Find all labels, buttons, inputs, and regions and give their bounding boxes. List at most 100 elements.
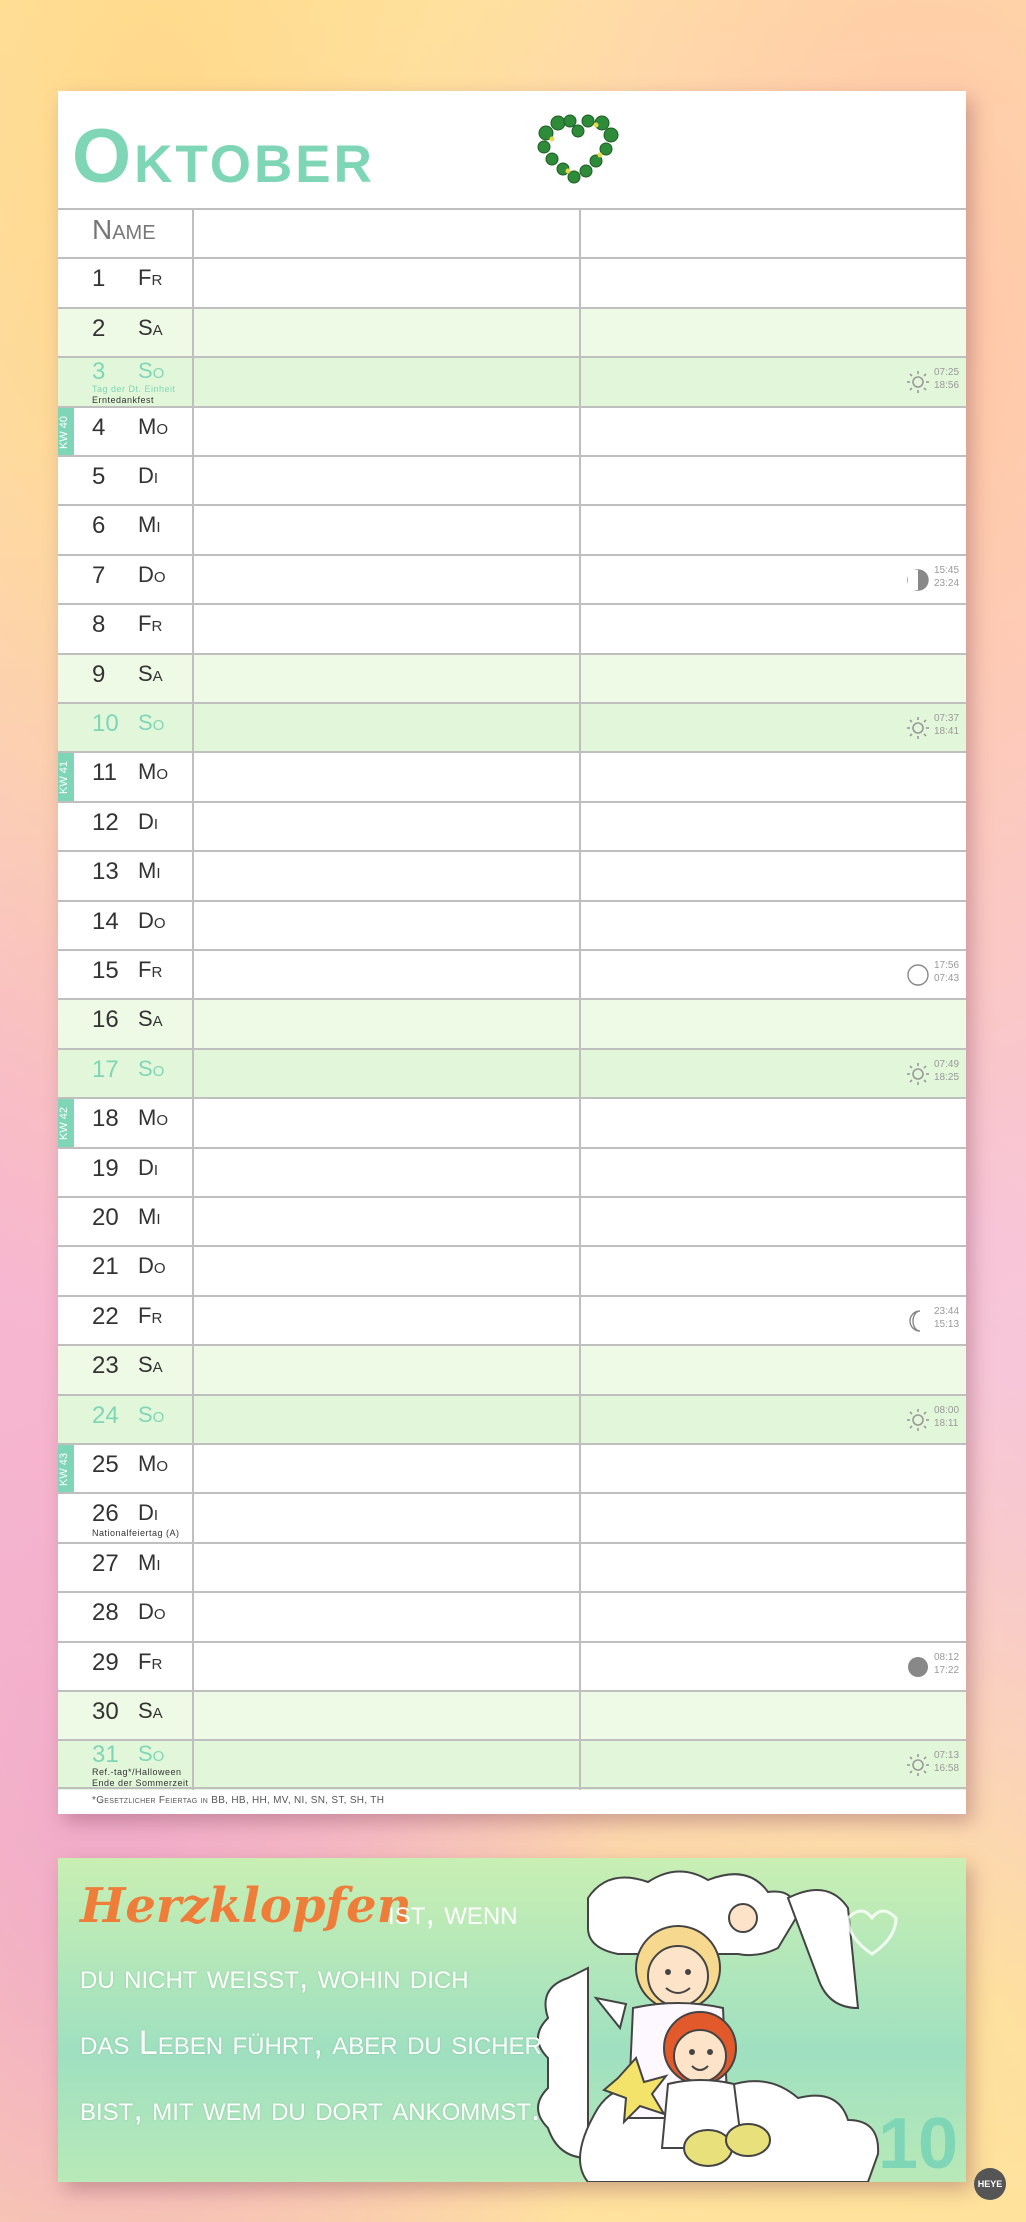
day-row: 12 Di — [58, 800, 966, 852]
week-number-badge: KW 42 — [58, 1099, 74, 1149]
publisher-logo: HEYE — [974, 2168, 1006, 2200]
weekday-label: Sa — [138, 1698, 163, 1723]
weekday-label: Do — [138, 1253, 166, 1279]
day-number: 8 — [92, 611, 106, 639]
weekday-label: So — [138, 358, 165, 384]
day-row: KW 40 4 Mo — [58, 405, 966, 457]
day-row: 31 So Ref.-tag*/Halloween Ende der Sommerze… — [58, 1739, 966, 1791]
day-number: 24 — [92, 1401, 119, 1429]
day-number: 1 — [92, 265, 106, 293]
quote-line-2: du nicht weißt, wohin dich — [80, 1958, 469, 1996]
day-number: 25 — [92, 1451, 119, 1478]
astro-time-2: 07:43 — [934, 973, 960, 984]
astro-time-2: 18:11 — [934, 1417, 959, 1429]
astro-time-2: 18:41 — [934, 726, 960, 737]
day-row: 8 Fr — [58, 603, 966, 655]
weekday-label: Di — [138, 463, 159, 488]
weekday-label: Mo — [138, 1451, 168, 1476]
day-number: 28 — [92, 1599, 119, 1627]
month-number: 10 — [878, 2104, 959, 2182]
weekday-label: Sa — [138, 314, 163, 340]
astro-times: 07:49 18:25 — [934, 1058, 959, 1084]
weekday-label: Mi — [138, 512, 161, 538]
day-row: 1 Fr — [58, 257, 966, 309]
day-row: 22 Fr 23:44 15:13 — [58, 1294, 966, 1346]
astro-times: 08:00 18:11 — [934, 1404, 959, 1430]
day-row: KW 43 25 Mo — [58, 1443, 966, 1494]
quote-line-4: bist, mit wem du dort ankommst. — [80, 2090, 541, 2128]
day-number: 29 — [92, 1648, 119, 1676]
day-number: 14 — [92, 907, 119, 935]
day-number: 31 — [92, 1741, 119, 1769]
clover-heart-icon — [536, 109, 622, 189]
weekday-label: Fr — [138, 265, 163, 291]
weekday-label: Do — [138, 907, 166, 933]
footnote: *Gesetzlicher Feiertag in BB, HB, HH, MV… — [92, 1795, 385, 1806]
day-number: 15 — [92, 957, 119, 984]
quote-line-3: das Leben führt, aber du sicher — [80, 2024, 542, 2062]
day-row: 29 Fr 08:12 17:22 — [58, 1640, 966, 1692]
name-label: Name — [92, 214, 156, 245]
astro-time-1: 17:56 — [934, 960, 960, 971]
day-row: 6 Mi — [58, 504, 966, 556]
week-number-badge: KW 43 — [58, 1445, 74, 1494]
day-row: 28 Do — [58, 1591, 966, 1643]
day-row: 7 Do 15:45 23:24 — [58, 553, 966, 605]
astro-times: 17:56 07:43 — [934, 959, 959, 985]
day-row: 14 Do — [58, 899, 966, 951]
day-number: 12 — [92, 808, 119, 836]
weekday-label: Di — [138, 1154, 159, 1180]
day-row: 23 Sa — [58, 1344, 966, 1396]
astro-times: 07:25 18:56 — [934, 366, 959, 392]
weekday-label: Mo — [138, 759, 168, 785]
weekday-label: Mi — [138, 1549, 161, 1575]
day-number: 10 — [92, 710, 119, 737]
week-number-badge: KW 40 — [58, 407, 74, 457]
day-number: 18 — [92, 1105, 119, 1133]
day-number: 17 — [92, 1055, 119, 1083]
astro-info: 07:13 16:58 — [906, 1747, 962, 1783]
grid-bottom-line — [58, 1787, 966, 1789]
day-number: 7 — [92, 561, 106, 589]
astro-info: 08:12 17:22 — [906, 1649, 962, 1685]
astro-info: 23:44 15:13 — [906, 1303, 962, 1339]
holiday-note: Ref.-tag*/Halloween — [92, 1767, 182, 1778]
holiday-note: Nationalfeiertag (A) — [92, 1528, 180, 1539]
day-number: 4 — [92, 413, 106, 441]
day-row: 3 So Tag der Dt. Einheit Erntedankfest 07:25… — [58, 356, 966, 408]
holiday-note: Erntedankfest — [92, 395, 155, 406]
astro-times: 23:44 15:13 — [934, 1305, 959, 1331]
day-row: 21 Do — [58, 1245, 966, 1297]
astro-info: 07:37 18:41 — [906, 710, 962, 746]
astro-time-2: 15:13 — [934, 1318, 960, 1330]
day-row: 2 Sa — [58, 306, 966, 358]
name-row: Name — [58, 208, 966, 259]
weekday-label: Di — [138, 808, 159, 834]
weekday-label: Mi — [138, 1204, 161, 1229]
day-number: 6 — [92, 512, 106, 540]
astro-time-1: 08:12 — [934, 1651, 960, 1663]
day-number: 9 — [92, 660, 106, 688]
astro-time-1: 07:37 — [934, 713, 960, 724]
weekday-label: Do — [138, 1599, 166, 1625]
quote-highlight: Herzklopfen — [80, 1878, 412, 1934]
astro-time-1: 23:44 — [934, 1305, 960, 1317]
day-row: 20 Mi — [58, 1196, 966, 1247]
day-number: 5 — [92, 463, 106, 490]
weekday-label: Sa — [138, 1006, 163, 1032]
weekday-label: Mi — [138, 858, 161, 884]
weekday-label: Fr — [138, 1302, 163, 1328]
astro-time-2: 18:25 — [934, 1071, 960, 1083]
day-number: 2 — [92, 314, 106, 342]
weekday-label: So — [138, 1741, 165, 1767]
astro-times: 15:45 23:24 — [934, 564, 959, 590]
astro-time-1: 15:45 — [934, 564, 960, 576]
astro-time-2: 16:58 — [934, 1763, 960, 1775]
day-row: 13 Mi — [58, 850, 966, 902]
weekday-label: Mo — [138, 1105, 168, 1131]
astro-time-1: 07:49 — [934, 1058, 960, 1070]
day-number: 3 — [92, 358, 106, 386]
astro-time-2: 17:22 — [934, 1664, 960, 1676]
day-number: 19 — [92, 1154, 119, 1182]
day-number: 20 — [92, 1204, 119, 1231]
